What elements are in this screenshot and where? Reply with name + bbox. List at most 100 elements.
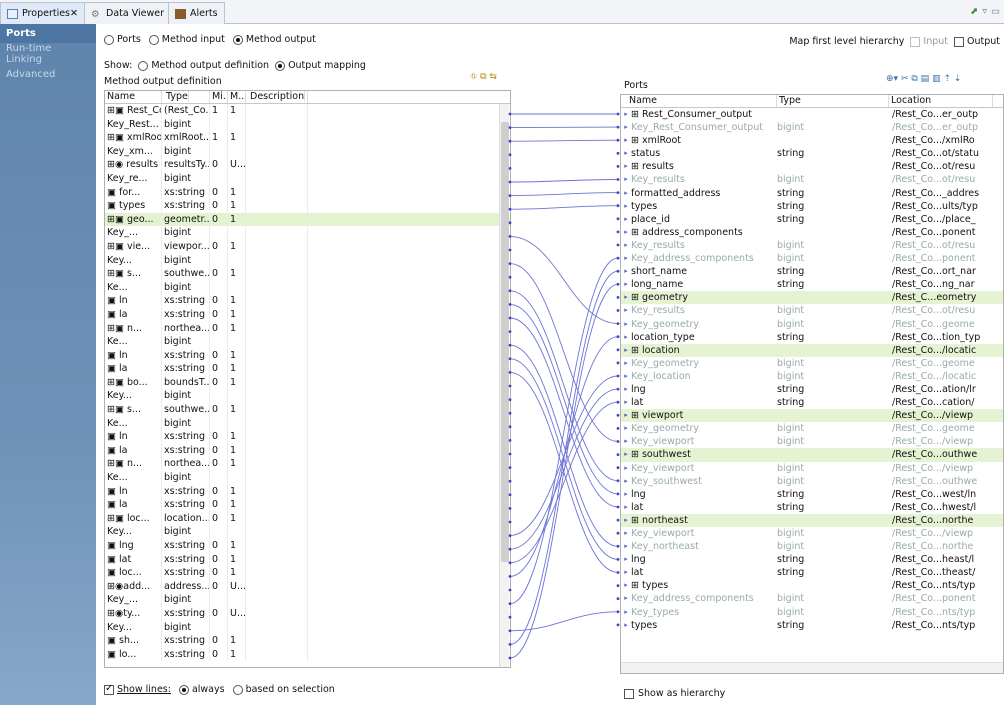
table-row[interactable]: ⊞◉ results resultsTy... 0 U... xyxy=(105,158,510,172)
table-row[interactable]: ⊞◉add... address... 0 U... xyxy=(105,579,510,594)
list-item[interactable]: ▸ Key_southwest bigint/Rest_Co...outhwe xyxy=(621,475,1003,488)
list-item[interactable]: ▸ Key_location bigint/Rest_Co.../locatic xyxy=(621,370,1003,383)
sidebar-item-advanced[interactable]: Advanced xyxy=(0,69,96,84)
sidebar-item-ports[interactable]: Ports xyxy=(0,24,96,43)
table-row[interactable]: ▣ la xs:string 0 1 xyxy=(105,498,510,512)
tab-alerts[interactable]: Alerts xyxy=(168,2,225,24)
sidebar-item-runtime-linking[interactable]: Run-time Linking xyxy=(0,43,96,69)
table-row[interactable]: ⊞▣ Rest_Co...(Rest_Co...11 xyxy=(105,104,510,118)
list-item[interactable]: ▸ Key_results bigint/Rest_Co...ot/resu xyxy=(621,173,1003,186)
delete-icon[interactable]: ▥ xyxy=(932,74,941,84)
table-row[interactable]: ▣ sh... xs:string 0 1 xyxy=(105,634,510,648)
table-row[interactable]: ⊞▣ s... southwe... 0 1 xyxy=(105,267,510,281)
list-item[interactable]: ▸ Key_address_components bigint/Rest_Co..… xyxy=(621,592,1003,605)
table-row[interactable]: ▣ la xs:string 0 1 xyxy=(105,443,510,458)
show-lines-checkbox[interactable]: Show lines: xyxy=(104,683,171,695)
list-item[interactable]: ▸ Key_geometry bigint/Rest_Co...geome xyxy=(621,357,1003,370)
list-item[interactable]: ▸ types string/Rest_Co...ults/typ xyxy=(621,200,1003,213)
list-item[interactable]: ▸ lng string/Rest_Co...heast/l xyxy=(621,553,1003,566)
column-port-type[interactable]: Type xyxy=(777,95,889,107)
column-location[interactable]: Location xyxy=(889,95,993,107)
move-down-icon[interactable]: ⇣ xyxy=(954,74,962,84)
list-item[interactable]: ▸ Key_geometry bigint/Rest_Co...geome xyxy=(621,422,1003,435)
copy-icon[interactable]: ⧉ xyxy=(480,72,486,82)
link-icon[interactable]: ⇆ xyxy=(489,72,497,82)
map-input-checkbox[interactable]: Input xyxy=(910,36,948,47)
list-item[interactable]: ▸ Key_results bigint/Rest_Co...ot/resu xyxy=(621,239,1003,252)
list-item[interactable]: ▸ Key_results bigint/Rest_Co...ot/resu xyxy=(621,304,1003,317)
minimize-icon[interactable]: ▭ xyxy=(991,6,1000,17)
list-item[interactable]: ▸ location_type string/Rest_Co...tion_typ xyxy=(621,331,1003,344)
move-up-icon[interactable]: ⇡ xyxy=(943,74,951,84)
table-row[interactable]: ⊞▣ vie... viewpor... 0 1 xyxy=(105,239,510,254)
list-item[interactable]: ▸ Key_viewport bigint/Rest_Co.../viewp xyxy=(621,462,1003,475)
list-item[interactable]: ▸ lat string/Rest_Co...cation/ xyxy=(621,396,1003,409)
table-row[interactable]: ⊞◉ty... xs:string 0 U... xyxy=(105,606,510,621)
ports-grid[interactable]: Name Type Location ▸ ⊞ Rest_Consumer_outp… xyxy=(620,94,1004,674)
list-item[interactable]: ▸ Key_viewport bigint/Rest_Co.../viewp xyxy=(621,435,1003,448)
table-row[interactable]: ▣ la xs:string 0 1 xyxy=(105,307,510,322)
list-item[interactable]: ▸ Key_viewport bigint/Rest_Co.../viewp xyxy=(621,527,1003,540)
table-row[interactable]: Key... bigint xyxy=(105,389,510,404)
list-item[interactable]: ▸ ⊞ types/Rest_Co...nts/typ xyxy=(621,579,1003,592)
radio-ports[interactable]: Ports xyxy=(104,34,141,45)
table-row[interactable]: Ke... bigint xyxy=(105,416,510,431)
table-row[interactable]: ▣ ln xs:string 0 1 xyxy=(105,484,510,499)
table-row[interactable]: Key... bigint xyxy=(105,525,510,539)
list-item[interactable]: ▸ types string/Rest_Co...nts/typ xyxy=(621,619,1003,632)
copy-port-icon[interactable]: ⧉ xyxy=(911,74,917,84)
list-item[interactable]: ▸ ⊞ xmlRoot/Rest_Co.../xmlRo xyxy=(621,134,1003,147)
table-row[interactable]: ⊞▣ s... southwe... 0 1 xyxy=(105,403,510,417)
table-row[interactable]: ▣ ln xs:string 0 1 xyxy=(105,430,510,444)
list-item[interactable]: ▸ ⊞ results/Rest_Co...ot/resu xyxy=(621,160,1003,173)
list-item[interactable]: ▸ long_name string/Rest_Co...ng_nar xyxy=(621,278,1003,291)
table-row[interactable]: Key_... bigint xyxy=(105,226,510,240)
open-icon[interactable]: ⬈ xyxy=(970,6,978,17)
cut-icon[interactable]: ✂ xyxy=(901,74,909,84)
column-min[interactable]: Mi... xyxy=(210,91,228,103)
list-item[interactable]: ▸ place_id string/Rest_Co.../place_ xyxy=(621,213,1003,226)
table-row[interactable]: Key_Rest... bigint xyxy=(105,117,510,132)
tab-data-viewer[interactable]: ⚙ Data Viewer xyxy=(84,2,171,24)
table-row[interactable]: Ke... bigint xyxy=(105,471,510,485)
table-row[interactable]: ▣ loc... xs:string 0 1 xyxy=(105,566,510,580)
column-max[interactable]: M... xyxy=(228,91,246,103)
table-row[interactable]: ▣ ln xs:string 0 1 xyxy=(105,294,510,308)
list-item[interactable]: ▸ Key_address_components bigint/Rest_Co..… xyxy=(621,252,1003,265)
radio-method-output-definition[interactable]: Method output definition xyxy=(138,60,269,71)
list-item[interactable]: ▸ lng string/Rest_Co...west/ln xyxy=(621,488,1003,501)
table-row[interactable]: Ke... bigint xyxy=(105,335,510,349)
table-row[interactable]: ▣ la xs:string 0 1 xyxy=(105,362,510,376)
map-output-checkbox[interactable]: Output xyxy=(954,36,1000,47)
radio-method-output[interactable]: Method output xyxy=(232,34,316,45)
list-item[interactable]: ▸ Key_northeast bigint/Rest_Co...northe xyxy=(621,540,1003,553)
table-row[interactable]: ⊞▣ geo... geometr... 0 1 xyxy=(105,212,510,227)
list-item[interactable]: ▸ Key_Rest_Consumer_output bigint/Rest_Co… xyxy=(621,121,1003,134)
list-item[interactable]: ▸ status string/Rest_Co...ot/statu xyxy=(621,147,1003,160)
table-row[interactable]: Key_xm... bigint xyxy=(105,144,510,159)
table-row[interactable]: Key... bigint xyxy=(105,620,510,635)
table-row[interactable]: ▣ lat xs:string 0 1 xyxy=(105,552,510,567)
paste-icon[interactable]: ▤ xyxy=(921,74,930,84)
add-icon[interactable]: ⊕▾ xyxy=(886,74,898,84)
menu-icon[interactable]: ▿ xyxy=(982,6,987,17)
table-row[interactable]: ▣ ln xs:string 0 1 xyxy=(105,348,510,363)
show-hierarchy-checkbox[interactable] xyxy=(624,688,634,699)
ports-hscrollbar[interactable] xyxy=(621,662,1003,673)
list-item[interactable]: ▸ lng string/Rest_Co...ation/lr xyxy=(621,383,1003,396)
column-description[interactable]: Description » xyxy=(246,91,308,103)
expand-icon[interactable]: ⛗ xyxy=(470,72,477,82)
column-port-name[interactable]: Name xyxy=(621,95,777,107)
table-row[interactable]: ⊞▣ n... northea... 0 1 xyxy=(105,457,510,472)
table-row[interactable]: Key... bigint xyxy=(105,253,510,268)
table-row[interactable]: ⊞▣ xmlRoot xmlRoot... 1 1 xyxy=(105,131,510,145)
list-item[interactable]: ▸ ⊞ location/Rest_Co.../locatic xyxy=(621,343,1003,357)
table-row[interactable]: ⊞▣ bo... boundsT... 0 1 xyxy=(105,375,510,390)
list-item[interactable]: ▸ lat string/Rest_Co...theast/ xyxy=(621,566,1003,579)
table-row[interactable]: ▣ lo... xs:string 0 1 xyxy=(105,647,510,662)
list-item[interactable]: ▸ Key_types bigint/Rest_Co...nts/typ xyxy=(621,606,1003,619)
table-row[interactable]: Key_re... bigint xyxy=(105,171,510,186)
list-item[interactable]: ▸ ⊞ southwest/Rest_Co...outhwe xyxy=(621,448,1003,462)
radio-always[interactable]: always xyxy=(178,684,225,695)
list-item[interactable]: ▸ lat string/Rest_Co...hwest/l xyxy=(621,501,1003,514)
